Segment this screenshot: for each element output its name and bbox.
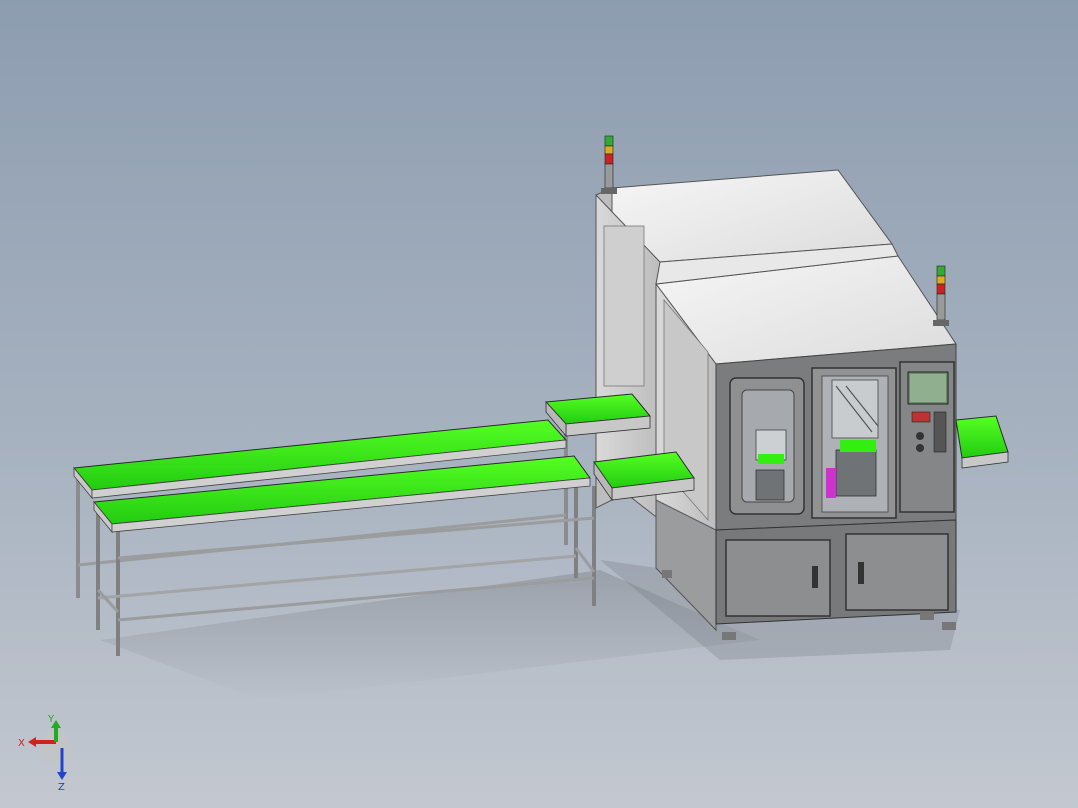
y-axis-label: Y (47, 714, 55, 725)
machine-front-module[interactable] (655, 243, 957, 640)
machine-assembly-model[interactable] (0, 0, 1078, 808)
z-axis-label: Z (58, 782, 65, 792)
signal-tower-left (601, 135, 617, 194)
x-axis-label: X (18, 738, 25, 749)
cad-viewport[interactable]: X Y Z (0, 0, 1078, 808)
infeed-conveyor-upper[interactable] (544, 393, 651, 438)
outfeed-conveyor[interactable] (955, 415, 1009, 469)
coordinate-triad-icon[interactable]: X Y Z (14, 712, 84, 793)
